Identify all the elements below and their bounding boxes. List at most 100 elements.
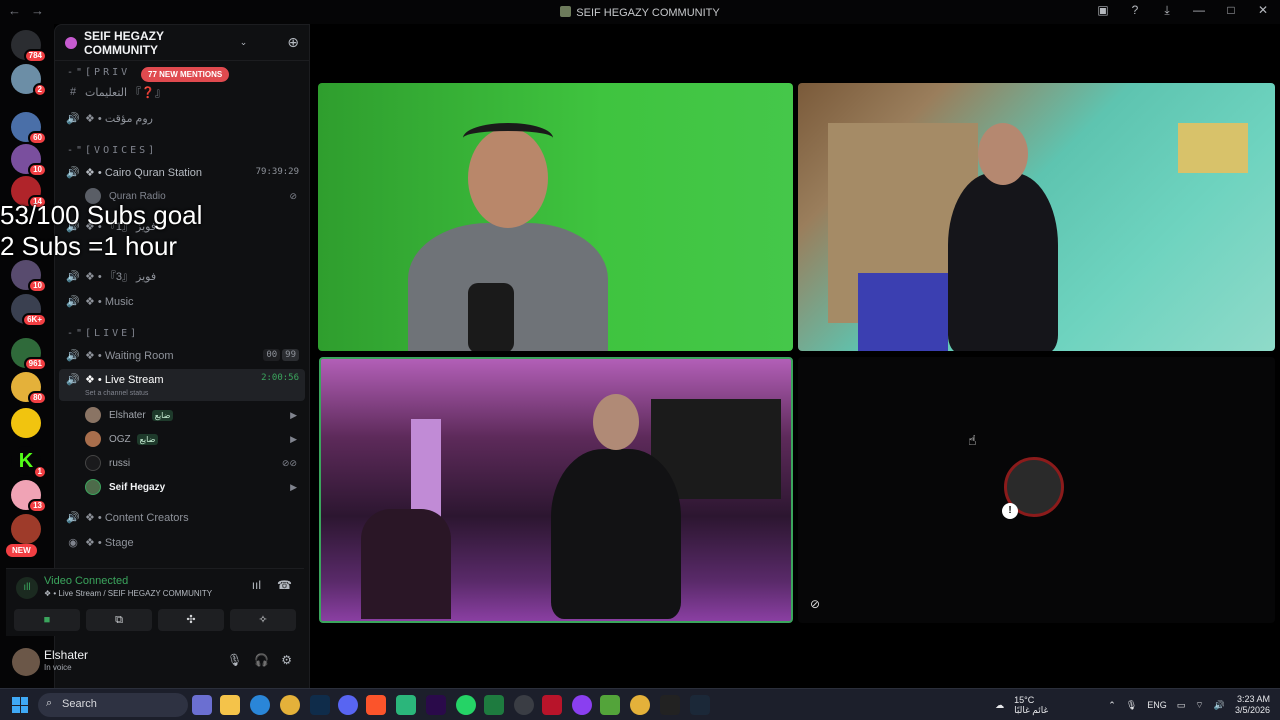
new-pill[interactable]: NEW bbox=[6, 544, 37, 557]
video-tile[interactable] bbox=[798, 83, 1275, 351]
language-indicator[interactable]: ENG bbox=[1147, 700, 1167, 710]
soundboard-button[interactable]: ✧ bbox=[230, 609, 296, 631]
discord-icon[interactable] bbox=[338, 695, 358, 715]
participant-figure bbox=[551, 449, 681, 619]
close-button[interactable]: ✕ bbox=[1256, 3, 1270, 18]
windows-start-icon[interactable] bbox=[12, 697, 28, 713]
epic-games-icon[interactable] bbox=[660, 695, 680, 715]
camera-button[interactable]: ■ bbox=[14, 609, 80, 631]
avatar bbox=[85, 455, 101, 471]
server-icon-1[interactable]: 2 bbox=[11, 64, 47, 97]
category-private[interactable]: -"[PRIV bbox=[67, 67, 130, 78]
voice-user[interactable]: OGZ ضايع ▶ bbox=[85, 429, 305, 449]
premiere-icon[interactable] bbox=[426, 695, 446, 715]
windows-taskbar: ⌕ Search ☁ 15°C غائم غالبًا ⌃ 🎙 ENG ▭ ⌔ 🔊… bbox=[0, 688, 1280, 720]
settings-gear-icon[interactable]: ⚙ bbox=[281, 653, 292, 667]
channel-timer: 79:39:29 bbox=[255, 167, 299, 177]
channel-live-stream[interactable]: 🔊 ❖ • Live Stream 2:00:56 Set a channel … bbox=[59, 369, 305, 401]
server-icon-2[interactable]: 60 bbox=[11, 112, 47, 145]
server-icon-6[interactable]: 6K+ bbox=[11, 294, 47, 327]
microphone-icon[interactable]: 🎙 bbox=[227, 653, 242, 667]
chrome-icon[interactable] bbox=[280, 695, 300, 715]
obs-icon[interactable] bbox=[514, 695, 534, 715]
signal-icon[interactable]: ıll bbox=[16, 577, 38, 599]
channel-music[interactable]: 🔊 ❖ • Music bbox=[55, 290, 309, 312]
server-icon-8[interactable]: 80 bbox=[11, 372, 47, 405]
video-tile-no-camera[interactable]: ! ⊘ bbox=[798, 357, 1275, 623]
whatsapp-icon[interactable] bbox=[456, 695, 476, 715]
avatar[interactable] bbox=[12, 648, 40, 676]
channel-label: ❖ • Music bbox=[85, 295, 134, 308]
wifi-icon[interactable]: ⌔ bbox=[1195, 700, 1203, 711]
server-icon-7[interactable]: 961 bbox=[11, 338, 47, 371]
server-icon-3[interactable]: 10 bbox=[11, 144, 47, 177]
category-live[interactable]: -"[LIVE] bbox=[67, 328, 139, 339]
channel-cairo-quran[interactable]: 🔊 ❖ • Cairo Quran Station 79:39:29 bbox=[55, 161, 309, 183]
server-icon-10[interactable] bbox=[11, 514, 41, 544]
brave-icon[interactable] bbox=[366, 695, 386, 715]
channel-stage[interactable]: ◉ ❖ • Stage bbox=[55, 531, 309, 553]
voice-status[interactable]: Video Connected bbox=[44, 575, 128, 587]
avatar bbox=[85, 407, 101, 423]
microphone-shape bbox=[468, 283, 514, 351]
clock[interactable]: 3:23 AM 3/5/2026 bbox=[1235, 694, 1270, 716]
category-voices[interactable]: -"[VOICES] bbox=[67, 145, 157, 156]
network-icon[interactable]: ▭ bbox=[1177, 700, 1186, 711]
noise-suppression-icon[interactable]: ııl bbox=[252, 578, 261, 592]
video-tile[interactable] bbox=[318, 83, 793, 351]
weather-text: غائم غالبًا bbox=[1014, 705, 1049, 715]
adobe-icon[interactable] bbox=[542, 695, 562, 715]
server-icon-5[interactable]: 10 bbox=[11, 260, 47, 293]
minecraft-icon[interactable] bbox=[600, 695, 620, 715]
channel-content-creators[interactable]: 🔊 ❖ • Content Creators bbox=[55, 506, 309, 528]
voice-user[interactable]: Elshater ضايع ▶ bbox=[85, 405, 305, 425]
activities-button[interactable]: ✣ bbox=[158, 609, 224, 631]
steam-server-icon[interactable] bbox=[11, 408, 41, 438]
server-icon-9[interactable]: 13 bbox=[11, 480, 47, 513]
help-icon[interactable]: ? bbox=[1128, 3, 1142, 18]
voice-location[interactable]: ❖ • Live Stream / SEIF HEGAZY COMMUNITY bbox=[44, 589, 212, 598]
weather-icon[interactable]: ☁ bbox=[995, 700, 1004, 711]
chevron-up-icon[interactable]: ⌃ bbox=[1108, 700, 1116, 711]
inbox-icon[interactable]: ▣ bbox=[1096, 3, 1110, 18]
screen-share-button[interactable]: ⧉ bbox=[86, 609, 152, 631]
user-name: OGZ bbox=[109, 433, 131, 445]
invite-people-icon[interactable]: ⊕ bbox=[287, 34, 299, 51]
channel-instructions[interactable]: # التعليمات 『❓』 bbox=[55, 81, 309, 103]
weather-widget[interactable]: 15°C غائم غالبًا bbox=[1014, 695, 1048, 715]
minimize-button[interactable]: — bbox=[1192, 3, 1206, 18]
kick-server-icon[interactable]: K1 bbox=[11, 446, 47, 479]
download-icon[interactable]: ⤓ bbox=[1160, 3, 1174, 18]
video-tile-speaking[interactable] bbox=[319, 357, 793, 623]
voice-user[interactable]: russi ⊘⊘ bbox=[85, 453, 305, 473]
channel-status-hint[interactable]: Set a channel status bbox=[85, 390, 148, 397]
speaker-icon: 🔊 bbox=[66, 374, 80, 386]
maximize-button[interactable]: □ bbox=[1224, 3, 1238, 18]
video-icon: ▶ bbox=[290, 481, 297, 492]
user-name: Seif Hegazy bbox=[109, 481, 166, 493]
server-header[interactable]: SEIF HEGAZY COMMUNITY ⌄ ⊕ bbox=[55, 25, 309, 61]
new-mentions-pill[interactable]: 77 NEW MENTIONS bbox=[141, 67, 230, 82]
user-name[interactable]: Elshater bbox=[44, 648, 88, 662]
participant-head bbox=[593, 394, 639, 450]
twitch-icon[interactable] bbox=[572, 695, 592, 715]
server-badge: 1 bbox=[32, 465, 47, 479]
photoshop-icon[interactable] bbox=[310, 695, 330, 715]
volume-icon[interactable]: 🔊 bbox=[1214, 700, 1225, 711]
edge-icon[interactable] bbox=[250, 695, 270, 715]
channel-waiting-room[interactable]: 🔊 ❖ • Waiting Room 00 99 bbox=[55, 344, 309, 366]
headphones-icon[interactable]: 🎧 bbox=[254, 653, 269, 667]
channel-fuyuz3[interactable]: 🔊 ❖ • فويز 『3』 bbox=[55, 265, 309, 287]
disconnect-icon[interactable]: ☎ bbox=[277, 578, 292, 592]
home-discord-icon[interactable]: 784 bbox=[11, 30, 47, 63]
steam-icon[interactable] bbox=[690, 695, 710, 715]
teams-icon[interactable] bbox=[192, 695, 212, 715]
channel-temp-room[interactable]: 🔊 ❖ • روم مؤقت bbox=[55, 107, 309, 129]
app-icon-sheets[interactable] bbox=[484, 695, 504, 715]
file-explorer-icon[interactable] bbox=[220, 695, 240, 715]
microphone-tray-icon[interactable]: 🎙 bbox=[1126, 700, 1137, 711]
chrome-icon-2[interactable] bbox=[630, 695, 650, 715]
taskbar-search[interactable]: ⌕ Search bbox=[38, 693, 188, 717]
voice-user[interactable]: Seif Hegazy ▶ bbox=[85, 477, 305, 497]
app-icon-green[interactable] bbox=[396, 695, 416, 715]
